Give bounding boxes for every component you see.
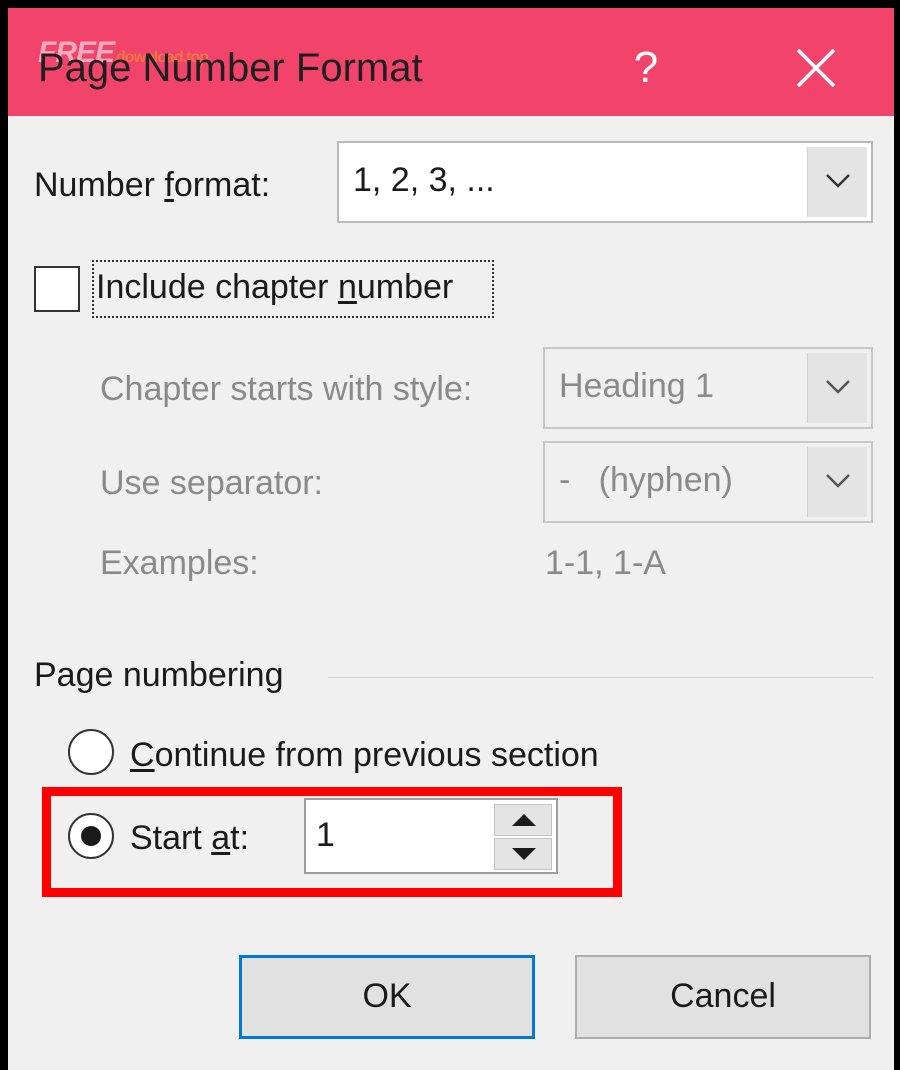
start-at-label[interactable]: Start at:: [130, 819, 249, 858]
include-chapter-number-label[interactable]: Include chapter number: [96, 268, 453, 307]
group-divider: [328, 677, 873, 678]
include-chapter-number-checkbox[interactable]: [34, 266, 80, 312]
triangle-up-icon: [512, 814, 536, 826]
examples-label: Examples:: [100, 544, 259, 582]
chevron-down-icon: [826, 380, 850, 394]
continue-from-previous-label[interactable]: Continue from previous section: [130, 736, 599, 775]
examples-value: 1-1, 1-A: [545, 544, 666, 582]
start-at-spinner[interactable]: 1: [304, 798, 558, 874]
chapter-style-dropdown[interactable]: Heading 1: [543, 347, 873, 429]
number-format-label: Number format:: [34, 166, 271, 204]
start-at-value[interactable]: 1: [316, 816, 335, 855]
help-button[interactable]: ?: [620, 38, 672, 98]
radio-selected-dot: [81, 826, 101, 846]
number-format-dropdown[interactable]: 1, 2, 3, ...: [337, 141, 873, 223]
number-format-dropdown-button[interactable]: [807, 147, 867, 217]
triangle-down-icon: [512, 848, 536, 860]
spin-up-button[interactable]: [494, 804, 552, 836]
number-format-value: 1, 2, 3, ...: [353, 161, 495, 199]
continue-from-previous-radio[interactable]: [68, 729, 114, 775]
chapter-style-label: Chapter starts with style:: [100, 370, 473, 408]
separator-value: - (hyphen): [559, 461, 733, 499]
separator-dropdown[interactable]: - (hyphen): [543, 441, 873, 523]
ok-button[interactable]: OK: [239, 955, 535, 1039]
separator-label: Use separator:: [100, 464, 323, 502]
chapter-style-value: Heading 1: [559, 367, 715, 405]
chevron-down-icon: [826, 174, 850, 188]
close-button[interactable]: [788, 40, 844, 96]
chapter-style-dropdown-button[interactable]: [807, 353, 867, 423]
page-number-format-dialog: FREE download.top Page Number Format ? Nu…: [8, 8, 894, 1070]
separator-dropdown-button[interactable]: [807, 447, 867, 517]
cancel-button[interactable]: Cancel: [575, 955, 871, 1039]
dialog-title: Page Number Format: [38, 46, 423, 90]
start-at-radio[interactable]: [68, 813, 114, 859]
page-numbering-group-label: Page numbering: [34, 656, 284, 694]
spin-down-button[interactable]: [494, 838, 552, 870]
chevron-down-icon: [826, 474, 850, 488]
title-bar: FREE download.top Page Number Format ?: [8, 8, 894, 116]
close-icon: [796, 48, 836, 88]
